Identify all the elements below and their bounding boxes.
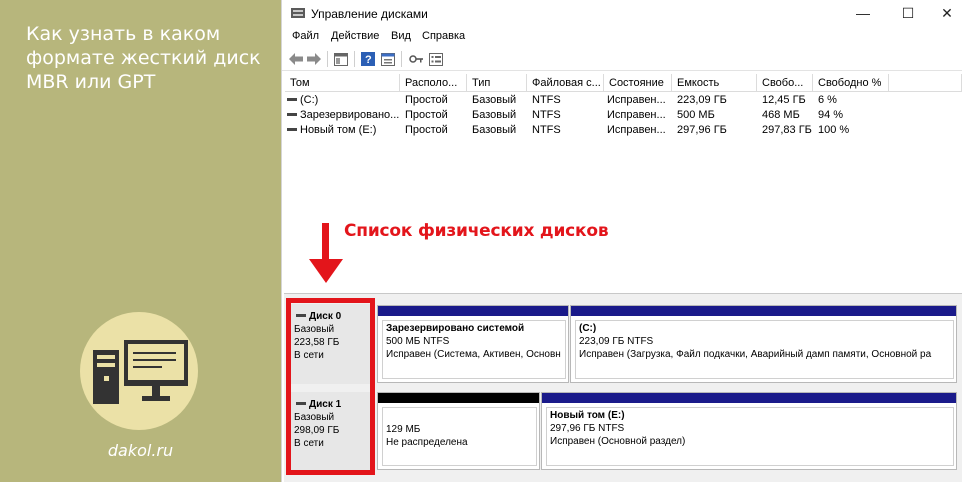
volume-free: 12,45 ГБ	[762, 94, 806, 106]
column-spacer	[889, 74, 962, 92]
volume-capacity: 297,96 ГБ	[677, 124, 727, 136]
partition-name: Зарезервировано системой	[386, 323, 525, 334]
toolbar: ?	[282, 47, 962, 71]
volume-icon	[287, 97, 297, 101]
title-bar: Управление дисками — ☐ ✕	[282, 0, 962, 27]
promo-panel: Как узнать в каком формате жесткий диск …	[0, 0, 281, 482]
help-icon[interactable]: ?	[360, 51, 376, 67]
window-title: Управление дисками	[311, 7, 428, 21]
table-row[interactable]: Зарезервировано... Простой Базовый NTFS …	[285, 108, 962, 123]
site-label: dakol.ru	[107, 441, 174, 460]
column-free-percent[interactable]: Свободно %	[813, 74, 889, 92]
computer-icon	[93, 340, 188, 404]
disk-list-highlight	[286, 298, 375, 475]
back-arrow-icon[interactable]	[288, 51, 304, 67]
maximize-button[interactable]: ☐	[893, 2, 923, 24]
partition-name: (C:)	[579, 323, 597, 334]
promo-title: Как узнать в каком формате жесткий диск …	[26, 23, 261, 93]
column-capacity[interactable]: Емкость	[672, 74, 757, 92]
volume-layout: Простой	[405, 94, 448, 106]
column-type[interactable]: Тип	[467, 74, 527, 92]
volume-icon	[287, 127, 297, 131]
partition-size: 129 МБ	[386, 424, 421, 435]
menu-view[interactable]: Вид	[391, 30, 411, 42]
partition-size: 500 МБ NTFS	[386, 336, 450, 347]
volume-status: Исправен...	[607, 109, 666, 121]
volume-name: (C:)	[300, 94, 319, 106]
partition-status: Исправен (Система, Активен, Основн	[386, 349, 561, 360]
volume-layout: Простой	[405, 124, 448, 136]
list-view-icon[interactable]	[428, 51, 444, 67]
volume-layout: Простой	[405, 109, 448, 121]
console-tree-icon[interactable]	[333, 51, 349, 67]
forward-arrow-icon[interactable]	[306, 51, 322, 67]
partition-status: Исправен (Основной раздел)	[550, 436, 686, 447]
volume-capacity: 500 МБ	[677, 109, 715, 121]
volume-type: Базовый	[472, 124, 517, 136]
volume-fs: NTFS	[532, 124, 561, 136]
properties-icon[interactable]	[380, 51, 396, 67]
partition-reserved[interactable]: Зарезервировано системой 500 МБ NTFS Исп…	[377, 305, 569, 383]
partition-size: 223,09 ГБ NTFS	[579, 336, 654, 347]
close-button[interactable]: ✕	[932, 2, 962, 24]
partition-status: Исправен (Загрузка, Файл подкачки, Авари…	[579, 349, 932, 360]
promo-circle	[80, 312, 198, 430]
volume-status: Исправен...	[607, 124, 666, 136]
volume-fs: NTFS	[532, 94, 561, 106]
key-icon[interactable]	[408, 51, 424, 67]
menu-help[interactable]: Справка	[422, 30, 465, 42]
partition-size: 297,96 ГБ NTFS	[550, 423, 625, 434]
volume-free-percent: 94 %	[818, 109, 844, 121]
column-volume[interactable]: Том	[285, 74, 400, 92]
volume-name: Зарезервировано...	[300, 109, 400, 121]
partition-status: Не распределена	[386, 437, 468, 448]
volume-icon	[287, 112, 297, 116]
partition-e[interactable]: Новый том (E:) 297,96 ГБ NTFS Исправен (…	[541, 392, 957, 470]
minimize-button[interactable]: —	[848, 2, 878, 24]
partition-c[interactable]: (C:) 223,09 ГБ NTFS Исправен (Загрузка, …	[570, 305, 957, 383]
menu-bar: Файл Действие Вид Справка	[282, 27, 962, 46]
column-free-space[interactable]: Свобо...	[757, 74, 813, 92]
partition-unallocated[interactable]: 129 МБ Не распределена	[377, 392, 540, 470]
menu-action[interactable]: Действие	[331, 30, 379, 42]
down-arrow-annotation	[309, 223, 343, 283]
volume-free-percent: 6 %	[818, 94, 837, 106]
volume-free: 468 МБ	[762, 109, 800, 121]
menu-file[interactable]: Файл	[292, 30, 319, 42]
svg-text:?: ?	[365, 54, 372, 66]
table-row[interactable]: (C:) Простой Базовый NTFS Исправен... 22…	[285, 93, 962, 108]
volume-status: Исправен...	[607, 94, 666, 106]
annotation-label: Список физических дисков	[344, 221, 609, 241]
partition-name: Новый том (E:)	[550, 410, 625, 421]
volume-name: Новый том (E:)	[300, 124, 377, 136]
column-layout[interactable]: Располо...	[400, 74, 467, 92]
volume-type: Базовый	[472, 94, 517, 106]
volume-type: Базовый	[472, 109, 517, 121]
volume-free-percent: 100 %	[818, 124, 850, 136]
column-file-system[interactable]: Файловая с...	[527, 74, 604, 92]
volume-fs: NTFS	[532, 109, 561, 121]
volume-capacity: 223,09 ГБ	[677, 94, 727, 106]
volume-free: 297,83 ГБ	[762, 124, 812, 136]
table-row[interactable]: Новый том (E:) Простой Базовый NTFS Испр…	[285, 123, 962, 138]
column-status[interactable]: Состояние	[604, 74, 672, 92]
disk-management-app-icon	[291, 8, 305, 18]
